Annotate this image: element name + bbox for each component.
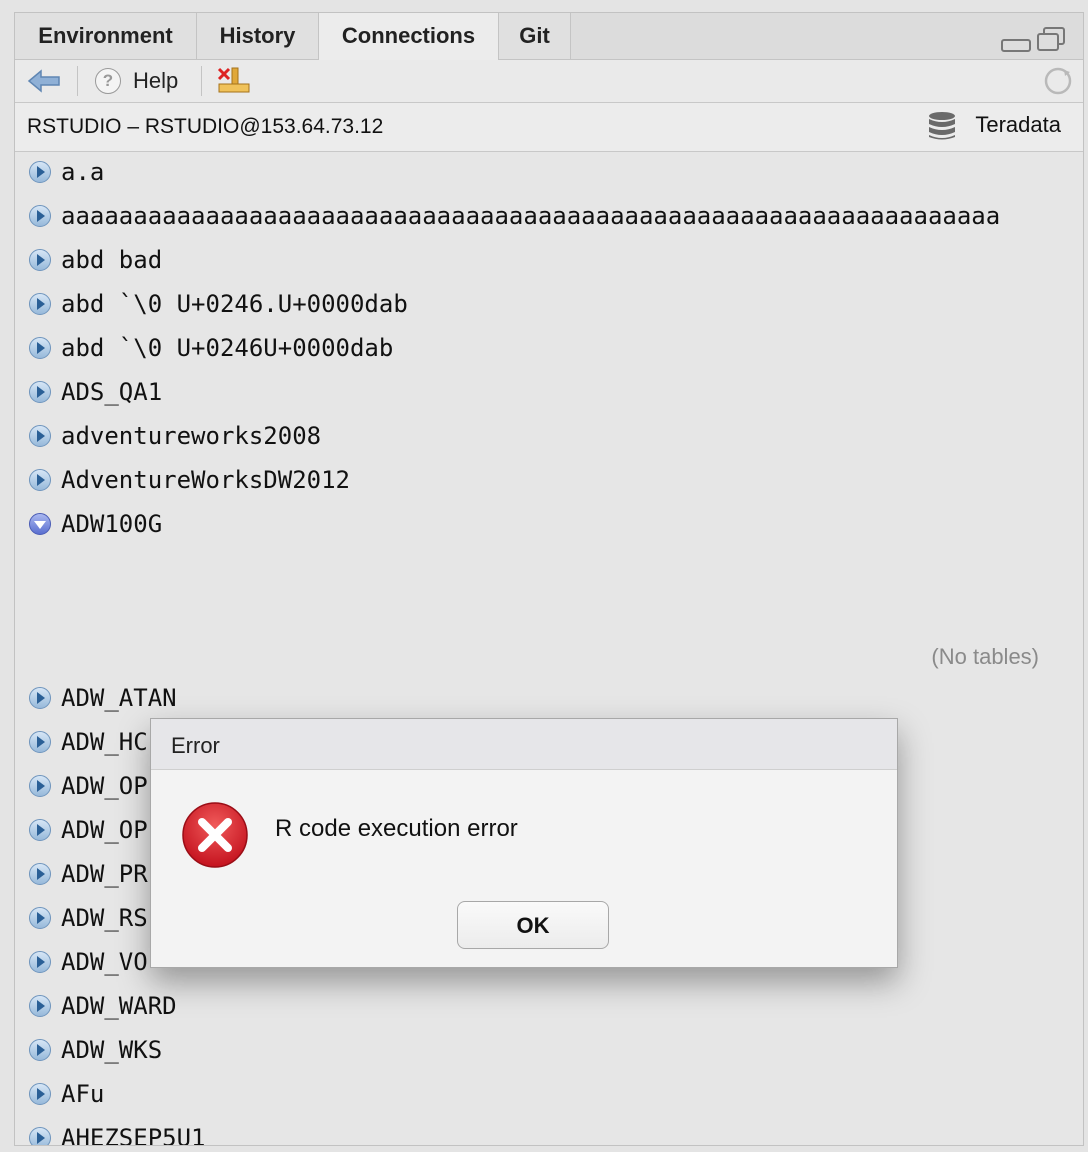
no-tables-note: (No tables) <box>931 644 1039 669</box>
expand-arrow-icon[interactable] <box>29 687 51 709</box>
schema-label: ADW100G <box>61 510 163 538</box>
connection-type-label: Teradata <box>975 112 1061 137</box>
connections-toolbar: ? Help <box>15 60 1083 103</box>
disconnect-icon[interactable] <box>215 66 251 96</box>
expand-arrow-icon[interactable] <box>29 381 51 403</box>
schema-label: ADW_RS <box>61 904 148 932</box>
database-icon <box>929 112 955 140</box>
error-message: R code execution error <box>275 815 518 842</box>
expand-arrow-icon[interactable] <box>29 731 51 753</box>
schema-label: ADW_VO <box>61 948 148 976</box>
minimize-pane-button[interactable] <box>1001 39 1031 52</box>
dialog-title: Error <box>171 733 220 758</box>
dialog-title-bar: Error <box>151 719 897 770</box>
schema-label: ADS_QA1 <box>61 378 163 406</box>
schema-row[interactable]: ADW100G <box>15 504 1083 548</box>
schema-label: abd bad <box>61 246 163 274</box>
expand-arrow-icon[interactable] <box>29 293 51 315</box>
schema-label: ADW_WARD <box>61 992 177 1020</box>
ok-button[interactable]: OK <box>457 901 609 949</box>
expand-arrow-icon[interactable] <box>29 1039 51 1061</box>
schema-row[interactable]: ADW_WARD <box>15 986 1083 1030</box>
expand-arrow-icon[interactable] <box>29 907 51 929</box>
expand-arrow-icon[interactable] <box>29 469 51 491</box>
back-arrow-icon[interactable] <box>27 68 61 94</box>
schema-label: abd `\0 U+0246.U+0000dab <box>61 290 408 318</box>
error-dialog: Error R code execution error OK <box>150 718 898 968</box>
schema-label: ADW_HC <box>61 728 148 756</box>
schema-label: ADW_OP <box>61 816 148 844</box>
tab-git[interactable]: Git <box>499 13 571 59</box>
tab-history[interactable]: History <box>197 13 319 59</box>
help-button[interactable]: Help <box>133 60 178 102</box>
error-icon <box>182 802 248 868</box>
schema-row[interactable]: abd `\0 U+0246.U+0000dab <box>15 284 1083 328</box>
connection-title: RSTUDIO – RSTUDIO@153.64.73.12 <box>27 115 384 138</box>
schema-label: ADW_PR <box>61 860 148 888</box>
pane-tab-bar: Environment History Connections Git <box>15 13 1083 60</box>
expand-arrow-icon[interactable] <box>29 205 51 227</box>
schema-row[interactable]: AHEZSEP5U1 <box>15 1118 1083 1145</box>
schema-label: ADW_ATAN <box>61 684 177 712</box>
expand-arrow-icon[interactable] <box>29 249 51 271</box>
refresh-icon[interactable] <box>1043 66 1073 96</box>
schema-row[interactable]: ADW_WKS <box>15 1030 1083 1074</box>
connections-pane: Environment History Connections Git ? He… <box>14 12 1084 1146</box>
schema-label: aaaaaaaaaaaaaaaaaaaaaaaaaaaaaaaaaaaaaaaa… <box>61 202 1001 230</box>
maximize-pane-button[interactable] <box>1037 27 1065 51</box>
schema-label: adventureworks2008 <box>61 422 322 450</box>
schema-list: a.a aaaaaaaaaaaaaaaaaaaaaaaaaaaaaaaaaaaaa… <box>15 152 1083 1145</box>
expand-arrow-icon[interactable] <box>29 425 51 447</box>
expand-arrow-icon[interactable] <box>29 775 51 797</box>
schema-row[interactable]: a.a <box>15 152 1083 196</box>
tab-environment[interactable]: Environment <box>15 13 197 59</box>
expand-arrow-icon[interactable] <box>29 1083 51 1105</box>
expand-arrow-icon[interactable] <box>29 863 51 885</box>
schema-label: ADW_WKS <box>61 1036 163 1064</box>
schema-label: a.a <box>61 158 105 186</box>
expand-arrow-icon[interactable] <box>29 951 51 973</box>
connection-header: RSTUDIO – RSTUDIO@153.64.73.12 Teradata <box>15 103 1083 152</box>
schema-label: AFu <box>61 1080 105 1108</box>
expand-arrow-icon[interactable] <box>29 337 51 359</box>
collapse-arrow-icon[interactable] <box>29 513 51 535</box>
schema-row[interactable]: adventureworks2008 <box>15 416 1083 460</box>
expand-arrow-icon[interactable] <box>29 161 51 183</box>
schema-label: AdventureWorksDW2012 <box>61 466 350 494</box>
window-controls <box>1001 27 1065 53</box>
schema-row[interactable]: AdventureWorksDW2012 <box>15 460 1083 504</box>
tab-connections[interactable]: Connections <box>319 13 499 60</box>
schema-row[interactable]: abd bad <box>15 240 1083 284</box>
schema-label: ADW_OP <box>61 772 148 800</box>
schema-row[interactable]: AFu <box>15 1074 1083 1118</box>
expand-arrow-icon[interactable] <box>29 1127 51 1145</box>
schema-label: AHEZSEP5U1 <box>61 1124 206 1145</box>
schema-label: abd `\0 U+0246U+0000dab <box>61 334 394 362</box>
expand-arrow-icon[interactable] <box>29 995 51 1017</box>
help-icon[interactable]: ? <box>95 68 121 94</box>
schema-row[interactable]: abd `\0 U+0246U+0000dab <box>15 328 1083 372</box>
schema-row[interactable]: ADW_ATAN <box>15 678 1083 722</box>
schema-row[interactable]: aaaaaaaaaaaaaaaaaaaaaaaaaaaaaaaaaaaaaaaa… <box>15 196 1083 240</box>
schema-row[interactable]: ADS_QA1 <box>15 372 1083 416</box>
expand-arrow-icon[interactable] <box>29 819 51 841</box>
